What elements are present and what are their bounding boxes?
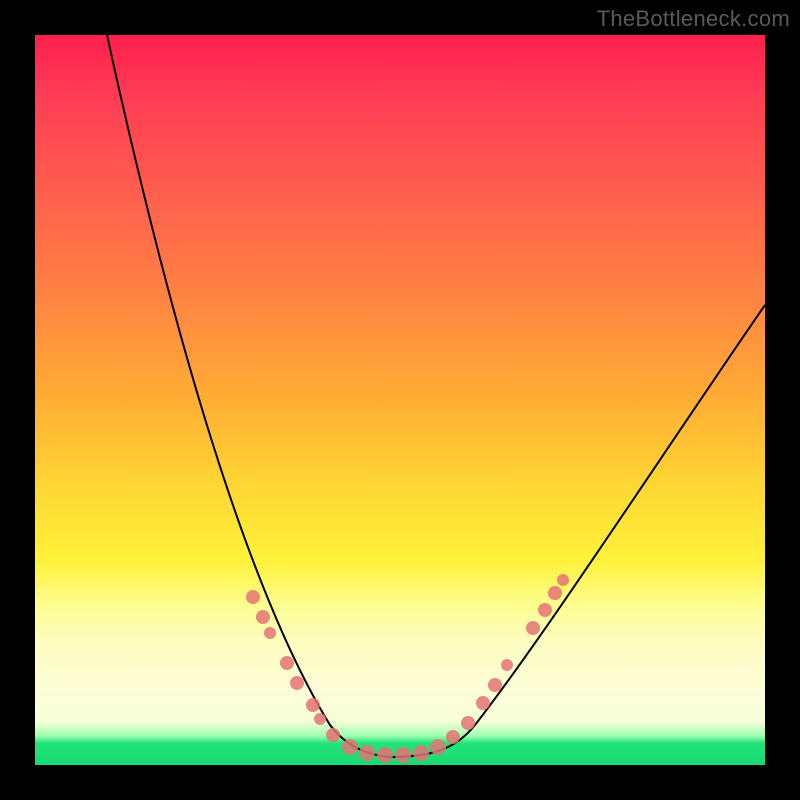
curve-dot [446, 730, 460, 744]
gradient-plot-area [35, 35, 765, 765]
curve-dot [395, 747, 411, 763]
curve-dot [359, 745, 375, 761]
curve-dot [557, 574, 569, 586]
curve-dot [413, 745, 429, 761]
curve-dot [314, 713, 326, 725]
curve-dot [488, 678, 502, 692]
curve-dot [326, 728, 340, 742]
curve-dot [342, 739, 358, 755]
watermark-text: TheBottleneck.com [597, 6, 790, 32]
bottleneck-curve [107, 35, 765, 757]
curve-dot [548, 586, 562, 600]
outer-frame: TheBottleneck.com [0, 0, 800, 800]
curve-dots [246, 574, 569, 763]
curve-dot [306, 698, 320, 712]
curve-dot [476, 696, 490, 710]
curve-layer [35, 35, 765, 765]
curve-dot [280, 656, 294, 670]
curve-dot [461, 716, 475, 730]
curve-dot [526, 621, 540, 635]
curve-dot [256, 610, 270, 624]
curve-dot [246, 590, 260, 604]
curve-dot [264, 627, 276, 639]
curve-dot [290, 676, 304, 690]
curve-dot [377, 747, 393, 763]
curve-dot [501, 659, 513, 671]
curve-dot [430, 739, 446, 755]
curve-dot [538, 603, 552, 617]
